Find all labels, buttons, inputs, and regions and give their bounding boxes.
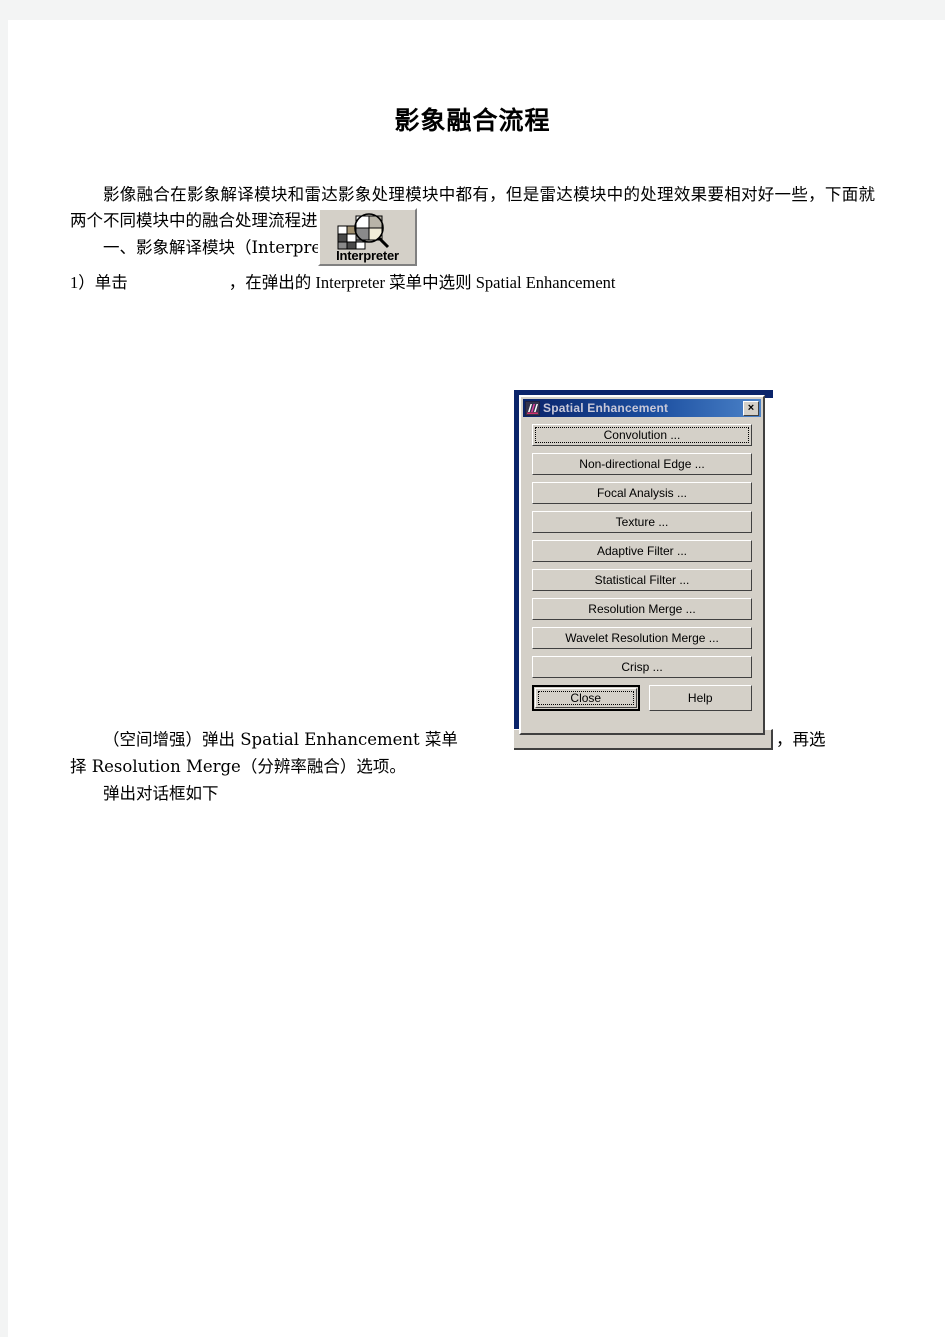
wrap-line-1-left: （空间增强）弹出 Spatial Enhancement 菜单 — [103, 730, 458, 749]
button-resolution-merge[interactable]: Resolution Merge ... — [532, 598, 752, 620]
document-body: 影象融合流程 影像融合在影象解译模块和雷达影象处理模块中都有，但是雷达模块中的处… — [70, 105, 875, 300]
dialog-title-bar[interactable]: Spatial Enhancement × — [523, 399, 761, 417]
help-button[interactable]: Help — [648, 685, 752, 711]
step-1-suffix: ，在弹出的 Interpreter 菜单中选则 Spatial Enhancem… — [228, 272, 616, 292]
button-convolution[interactable]: Convolution ... — [532, 424, 752, 446]
spatial-enhancement-screenshot: Spatial Enhancement × Convolution ... No… — [505, 390, 773, 750]
close-icon[interactable]: × — [743, 400, 759, 416]
step-1-text: 1）单击 ，在弹出的 Interpreter 菜单中选则 Spatial Enha… — [70, 270, 875, 297]
wrap-line-2: 择 Resolution Merge（分辨率融合）选项。 — [70, 757, 406, 776]
dialog-title: Spatial Enhancement — [543, 401, 669, 415]
page-sheet: 影象融合流程 影像融合在影象解译模块和雷达影象处理模块中都有，但是雷达模块中的处… — [8, 20, 945, 1337]
spatial-enhancement-dialog: Spatial Enhancement × Convolution ... No… — [519, 395, 765, 735]
button-statistical-filter[interactable]: Statistical Filter ... — [532, 569, 752, 591]
button-focal-analysis[interactable]: Focal Analysis ... — [532, 482, 752, 504]
button-crisp[interactable]: Crisp ... — [532, 656, 752, 678]
step-1-line: Interpreter 1）单击 ，在弹出的 Interpreter 菜单中选则 … — [70, 207, 875, 300]
paragraph-intro: 影像融合在影象解译模块和雷达影象处理模块中都有，但是雷达模块中的处理效果要相对好… — [70, 184, 875, 231]
page-title: 影象融合流程 — [394, 106, 551, 135]
close-button[interactable]: Close — [535, 688, 637, 708]
post-dialog-text: （空间增强）弹出 Spatial Enhancement 菜单 ，再选 择 Re… — [70, 727, 875, 807]
interpreter-button-label: Interpreter — [336, 247, 399, 263]
wrap-line-1-right: ，再选 — [776, 730, 826, 749]
button-wavelet-resolution-merge[interactable]: Wavelet Resolution Merge ... — [532, 627, 752, 649]
interpreter-toolbar-button[interactable]: Interpreter — [318, 207, 417, 266]
paragraph-section-heading: 一、影象解译模块（Interpreter） — [103, 237, 362, 257]
erdas-app-icon — [525, 400, 540, 416]
wrap-line-1: （空间增强）弹出 Spatial Enhancement 菜单 ，再选 — [70, 727, 875, 754]
button-texture[interactable]: Texture ... — [532, 511, 752, 533]
step-1-prefix: 1）单击 — [70, 272, 128, 292]
button-non-directional-edge[interactable]: Non-directional Edge ... — [532, 453, 752, 475]
dialog-body: Convolution ... Non-directional Edge ...… — [523, 419, 761, 731]
wrap-line-3: 弹出对话框如下 — [103, 783, 219, 803]
button-adaptive-filter[interactable]: Adaptive Filter ... — [532, 540, 752, 562]
dialog-button-row: Close Help — [532, 685, 752, 711]
close-button-default-frame: Close — [532, 685, 640, 711]
grid-magnifier-icon — [337, 212, 390, 250]
